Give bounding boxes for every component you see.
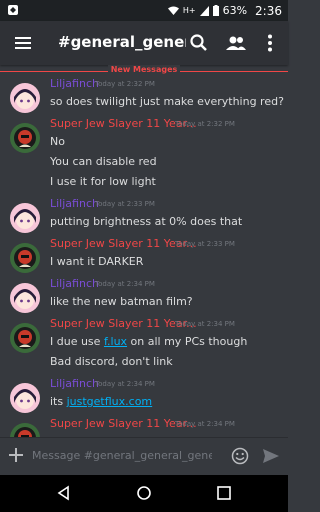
app-bar: #general_general... xyxy=(0,21,288,65)
avatar[interactable] xyxy=(10,383,40,413)
clock: 2:36 xyxy=(255,3,282,18)
message-timestamp: Today at 2:32 PM xyxy=(95,80,155,88)
battery-icon xyxy=(212,5,219,16)
message-text: I use it for low light xyxy=(50,175,156,188)
message-text: its justgetflux.com xyxy=(50,395,153,408)
avatar[interactable] xyxy=(10,123,40,153)
message-timestamp: Today at 2:34 PM xyxy=(95,380,155,388)
message-text: I want it DARKER xyxy=(50,255,144,268)
message-timestamp: Today at 2:34 PM xyxy=(175,420,235,428)
message-author[interactable]: Liljafinch xyxy=(50,197,99,210)
message-text: like the new batman film? xyxy=(50,295,193,308)
more-options-icon[interactable] xyxy=(259,32,281,54)
network-type: H+ xyxy=(182,6,196,15)
avatar[interactable] xyxy=(10,323,40,353)
new-messages-divider: New Messages xyxy=(0,65,288,77)
search-icon[interactable] xyxy=(188,32,210,54)
avatar[interactable] xyxy=(10,83,40,113)
message-text: I due use f.lux on all my PCs though xyxy=(50,335,248,348)
avatar[interactable] xyxy=(10,423,40,437)
message-timestamp: Today at 2:34 PM xyxy=(175,320,235,328)
message-timestamp: Today at 2:32 PM xyxy=(175,120,235,128)
avatar[interactable] xyxy=(10,203,40,233)
emoji-icon[interactable] xyxy=(231,447,249,465)
message-timestamp: Today at 2:33 PM xyxy=(95,200,155,208)
message-author[interactable]: Liljafinch xyxy=(50,377,99,390)
avatar[interactable] xyxy=(10,283,40,313)
signal-icon xyxy=(199,5,209,16)
home-icon[interactable] xyxy=(136,485,152,501)
status-bar: H+ 63% 2:36 xyxy=(0,0,288,21)
battery-percent: 63% xyxy=(222,4,248,17)
plus-icon[interactable] xyxy=(8,447,24,463)
hamburger-menu-icon[interactable] xyxy=(14,34,32,52)
channel-title[interactable]: #general_general... xyxy=(58,33,186,51)
message-input[interactable]: Message #general_general_general xyxy=(32,449,212,462)
send-icon[interactable] xyxy=(262,447,280,465)
message-text: putting brightness at 0% does that xyxy=(50,215,243,228)
back-icon[interactable] xyxy=(56,485,72,501)
message-text: so does twilight just make everything re… xyxy=(50,95,284,108)
message-link[interactable]: justgetflux.com xyxy=(67,395,153,408)
avatar[interactable] xyxy=(10,243,40,273)
message-timestamp: Today at 2:33 PM xyxy=(175,240,235,248)
message-input-bar: Message #general_general_general xyxy=(0,437,288,476)
new-messages-label: New Messages xyxy=(107,65,181,74)
message-list[interactable]: Liljafinch Today at 2:32 PM so does twilig… xyxy=(0,77,288,437)
message-text: Bad discord, don't link xyxy=(50,355,173,368)
notification-icon xyxy=(8,5,18,15)
message-timestamp: Today at 2:34 PM xyxy=(95,280,155,288)
wifi-icon xyxy=(167,6,179,15)
recents-icon[interactable] xyxy=(216,485,232,501)
members-icon[interactable] xyxy=(225,32,247,54)
message-text: No xyxy=(50,135,65,148)
message-text: You can disable red xyxy=(50,155,157,168)
navigation-bar xyxy=(0,475,288,512)
status-right: H+ 63% 2:36 xyxy=(167,2,282,19)
message-author[interactable]: Liljafinch xyxy=(50,277,99,290)
message-author[interactable]: Liljafinch xyxy=(50,77,99,90)
message-link[interactable]: f.lux xyxy=(104,335,127,348)
